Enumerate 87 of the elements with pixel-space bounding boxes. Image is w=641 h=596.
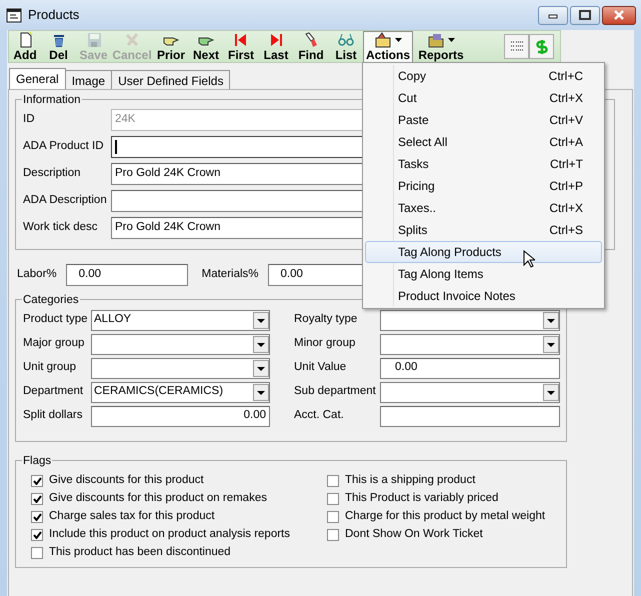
checkbox-label: This product has been discontinued [49, 545, 231, 560]
checkbox-label: This Product is variably priced [345, 491, 498, 506]
checkbox[interactable] [327, 493, 339, 505]
arrow-right-icon [268, 32, 284, 48]
checkbox-label: Charge for this product by metal weight [345, 509, 546, 524]
toolbar-button[interactable]: List [329, 31, 363, 62]
check-icon [32, 495, 42, 503]
maximize-icon [579, 10, 591, 20]
checkbox[interactable] [31, 493, 43, 505]
checkbox-label: Include this product on product analysis reports [49, 527, 290, 542]
checkbox[interactable] [327, 475, 339, 487]
checkbox[interactable] [327, 529, 339, 541]
field-label: Major group [23, 336, 86, 352]
tab[interactable]: User Defined Fields [111, 70, 230, 89]
field-label: ADA Product ID [23, 138, 105, 154]
check-icon [32, 531, 42, 539]
input-field[interactable]: 0.00 [380, 358, 560, 378]
checkbox-label: This is a shipping product [345, 473, 476, 488]
checkbox-label: Give discounts for this product on remakes [49, 491, 267, 506]
field-label: Work tick desc [23, 220, 99, 235]
text-cursor [115, 140, 117, 154]
dollar-icon [534, 38, 550, 54]
input-field[interactable]: 0.00 [91, 406, 270, 426]
input-field[interactable]: 0.00 [66, 264, 188, 286]
check-icon [32, 513, 42, 521]
tab[interactable]: General [9, 68, 66, 89]
field-label: Acct. Cat. [294, 408, 345, 424]
field-label: Labor% [17, 267, 57, 282]
flashlight-icon [303, 32, 319, 48]
menu-item[interactable]: Select All Ctrl+A [365, 131, 602, 153]
checkbox[interactable] [31, 529, 43, 541]
checkbox[interactable] [327, 511, 339, 523]
list-button[interactable] [504, 34, 529, 59]
toolbar-button[interactable]: First [223, 31, 259, 62]
dropdown[interactable] [380, 334, 560, 354]
window-title: Products [28, 6, 80, 24]
maximize-button[interactable] [570, 6, 600, 24]
field-label: Royalty type [294, 312, 358, 328]
toolbar-button[interactable]: Last [259, 31, 293, 62]
eyeglasses-icon [338, 32, 354, 48]
field-label: Unit Value [294, 360, 348, 376]
x-mark-icon [124, 32, 140, 48]
dropdown[interactable] [91, 334, 270, 354]
checkbox-label: Charge sales tax for this product [49, 509, 215, 524]
field-label: Minor group [294, 336, 356, 352]
field-label: Sub department [294, 384, 377, 400]
field-label: Materials% [202, 267, 259, 282]
checkbox[interactable] [31, 475, 43, 487]
arrow-left-icon [233, 32, 249, 48]
field-label: Description [23, 166, 82, 181]
window-icon [6, 8, 22, 22]
toolbar-button[interactable]: Actions [363, 31, 413, 62]
menu-item[interactable]: Taxes.. Ctrl+X [365, 197, 602, 219]
dropdown[interactable]: CERAMICS(CERAMICS) [91, 382, 270, 402]
tab[interactable]: Image [64, 70, 112, 89]
field-label: ADA Description [23, 192, 108, 208]
menu-item[interactable]: Tag Along Products [365, 241, 602, 263]
toolbar-button[interactable]: Find [293, 31, 329, 62]
toolbar-button[interactable]: Reports [413, 31, 469, 62]
toolbar-button[interactable]: Del [41, 31, 76, 62]
menu-item[interactable]: Copy Ctrl+C [365, 65, 602, 87]
field-label: Split dollars [23, 408, 84, 424]
checkbox[interactable] [31, 547, 43, 559]
toolbar-button[interactable]: Prior [153, 31, 189, 62]
dropdown[interactable]: ALLOY [91, 310, 270, 330]
menu-item[interactable]: Product Invoice Notes [365, 285, 602, 307]
menu-item[interactable]: Cut Ctrl+X [365, 87, 602, 109]
caret-icon [448, 38, 454, 42]
checkbox[interactable] [31, 511, 43, 523]
minimize-button[interactable] [538, 6, 568, 24]
dropdown[interactable] [91, 358, 270, 378]
dropdown[interactable] [380, 310, 560, 330]
input-field[interactable] [380, 406, 560, 426]
toolbar-button[interactable]: Add [9, 31, 41, 62]
dropdown[interactable] [380, 382, 560, 402]
field-label: Unit group [23, 360, 78, 376]
field-label: Product type [23, 312, 89, 328]
field-label: Department [23, 384, 84, 400]
close-icon [613, 10, 625, 20]
mouse-cursor-icon [523, 250, 535, 268]
check-icon [32, 477, 42, 485]
checkbox-label: Give discounts for this product [49, 473, 204, 488]
checkbox-label: Dont Show On Work Ticket [345, 527, 483, 542]
toolbar-button[interactable]: Next [189, 31, 223, 62]
close-button[interactable] [602, 6, 636, 24]
field-label: ID [23, 112, 36, 127]
caret-icon [394, 38, 402, 42]
